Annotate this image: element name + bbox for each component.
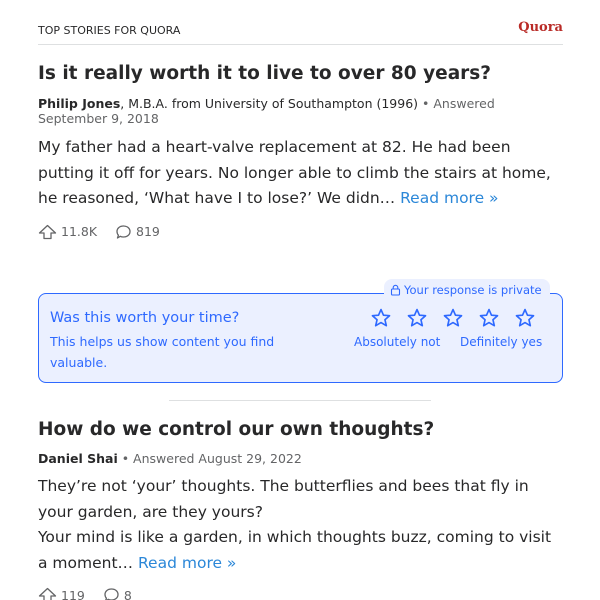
excerpt-text: Your mind is like a garden, in which tho… <box>38 528 552 572</box>
story-actions: 11.8K 819 <box>38 224 563 240</box>
feed-header: TOP STORIES FOR QUORA Quora <box>38 20 563 45</box>
comment-button[interactable]: 8 <box>103 587 132 600</box>
story-title[interactable]: How do we control our own thoughts? <box>38 418 563 442</box>
upvote-button[interactable]: 119 <box>38 587 85 600</box>
story-meta: Philip Jones, M.B.A. from University of … <box>38 96 563 126</box>
comment-count: 8 <box>123 587 132 600</box>
feedback-survey: Your response is private Was this worth … <box>38 279 563 383</box>
privacy-text: Your response is private <box>404 283 542 297</box>
read-more-link[interactable]: Read more » <box>138 554 236 572</box>
author-name[interactable]: Daniel Shai <box>38 451 118 466</box>
star-4-button[interactable] <box>471 307 507 331</box>
star-rating <box>363 307 543 331</box>
excerpt-paragraph: They’re not ‘your’ thoughts. The butterf… <box>38 477 529 521</box>
upvote-arrow-icon <box>38 224 57 239</box>
answer-excerpt: They’re not ‘your’ thoughts. The butterf… <box>38 474 563 576</box>
lock-icon <box>390 284 401 296</box>
story-meta: Daniel Shai • Answered August 29, 2022 <box>38 451 563 466</box>
rating-low-label: Absolutely not <box>354 335 441 349</box>
star-5-button[interactable] <box>507 307 543 331</box>
privacy-badge: Your response is private <box>384 279 550 301</box>
quora-logo[interactable]: Quora <box>518 20 563 35</box>
feed-title: TOP STORIES FOR QUORA <box>38 24 181 37</box>
read-more-link[interactable]: Read more » <box>400 189 498 207</box>
star-icon <box>371 308 391 327</box>
story-card: Is it really worth it to live to over 80… <box>38 62 563 240</box>
star-icon <box>479 308 499 327</box>
story-divider <box>169 400 431 401</box>
comment-bubble-icon <box>104 588 119 600</box>
answer-excerpt: My father had a heart-valve replacement … <box>38 135 563 212</box>
upvote-count: 11.8K <box>61 224 98 240</box>
star-2-button[interactable] <box>399 307 435 331</box>
comment-bubble-icon <box>116 225 131 239</box>
story-actions: 119 8 <box>38 587 563 600</box>
star-icon <box>407 308 427 327</box>
comment-count: 819 <box>136 224 160 240</box>
excerpt-paragraph: Your mind is like a garden, in which tho… <box>38 525 563 576</box>
upvote-count: 119 <box>61 587 85 600</box>
star-1-button[interactable] <box>363 307 399 331</box>
survey-question: Was this worth your time? <box>50 310 240 326</box>
author-credential: , M.B.A. from University of Southampton … <box>120 96 419 111</box>
comment-button[interactable]: 819 <box>115 224 160 240</box>
story-card: How do we control our own thoughts? Dani… <box>38 418 563 600</box>
star-3-button[interactable] <box>435 307 471 331</box>
survey-subtitle: This helps us show content you find valu… <box>50 334 275 370</box>
star-icon <box>443 308 463 327</box>
rating-high-label: Definitely yes <box>460 335 543 349</box>
upvote-arrow-icon <box>38 588 57 600</box>
star-icon <box>515 308 535 327</box>
upvote-button[interactable]: 11.8K <box>38 224 97 240</box>
story-title[interactable]: Is it really worth it to live to over 80… <box>38 62 563 86</box>
author-name[interactable]: Philip Jones <box>38 96 120 111</box>
answer-date: • Answered August 29, 2022 <box>117 451 302 466</box>
